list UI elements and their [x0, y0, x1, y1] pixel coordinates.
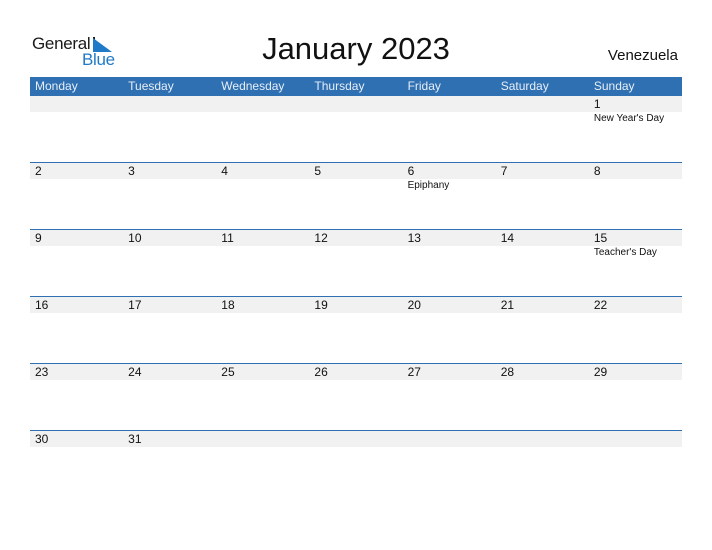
day-cell: 28 — [496, 364, 589, 424]
day-number: 31 — [128, 432, 142, 446]
weekday-tuesday: Tuesday — [128, 79, 174, 93]
day-cell — [496, 96, 589, 156]
day-cell: 9 — [30, 230, 123, 290]
weekday-saturday: Saturday — [500, 79, 549, 93]
day-cell — [589, 431, 682, 491]
day-cell: 26 — [309, 364, 402, 424]
day-cell: 6 Epiphany — [403, 163, 496, 223]
weeks-container: 1 New Year's Day 2 3 4 5 6 Epiphany 7 8 9 10 11 12 13 1… — [30, 96, 682, 498]
day-cell: 18 — [216, 297, 309, 357]
day-number: 21 — [500, 298, 515, 312]
day-cell: 1 New Year's Day — [589, 96, 682, 156]
day-number: 10 — [128, 231, 142, 245]
weekday-friday: Friday — [407, 79, 441, 93]
week-row: 9 10 11 12 13 14 15 Teacher's Day — [30, 229, 682, 297]
day-number: 1 — [593, 97, 601, 111]
day-cell: 14 — [496, 230, 589, 290]
day-cell: 5 — [309, 163, 402, 223]
week-row: 23 24 25 26 27 28 29 — [30, 363, 682, 431]
country-label: Venezuela — [607, 47, 678, 64]
day-cell: 20 — [403, 297, 496, 357]
day-cell: 19 — [309, 297, 402, 357]
day-cell: 21 — [496, 297, 589, 357]
day-number: 4 — [221, 164, 228, 178]
day-number: 3 — [128, 164, 135, 178]
day-cell: 30 — [30, 431, 123, 491]
weekday-monday: Monday — [35, 79, 78, 93]
day-cell: 3 — [123, 163, 216, 223]
day-number: 12 — [314, 231, 328, 245]
day-cell: 31 — [123, 431, 216, 491]
day-cell — [403, 431, 496, 491]
day-cell: 29 — [589, 364, 682, 424]
day-number: 23 — [35, 365, 49, 379]
day-cell: 23 — [30, 364, 123, 424]
day-cell — [216, 96, 309, 156]
week-row: 1 New Year's Day — [30, 96, 682, 163]
day-cell: 24 — [123, 364, 216, 424]
day-cell: 22 — [589, 297, 682, 357]
day-cell: 11 — [216, 230, 309, 290]
day-number: 11 — [221, 231, 234, 245]
day-number: 17 — [128, 298, 142, 312]
day-number: 30 — [35, 432, 49, 446]
weekday-wednesday: Wednesday — [221, 79, 285, 93]
week-row: 30 31 — [30, 430, 682, 498]
day-cell: 7 — [496, 163, 589, 223]
day-cell: 8 — [589, 163, 682, 223]
day-cell: 12 — [309, 230, 402, 290]
day-number: 19 — [314, 298, 328, 312]
day-number: 2 — [35, 164, 42, 178]
day-number: 24 — [128, 365, 142, 379]
day-number: 7 — [500, 164, 508, 178]
day-cell: 10 — [123, 230, 216, 290]
day-number: 14 — [500, 231, 515, 245]
day-cell: 13 — [403, 230, 496, 290]
week-row: 2 3 4 5 6 Epiphany 7 8 — [30, 162, 682, 230]
day-number: 16 — [35, 298, 49, 312]
day-cell — [216, 431, 309, 491]
holiday-label: Epiphany — [407, 180, 450, 191]
day-cell — [123, 96, 216, 156]
day-cell: 15 Teacher's Day — [589, 230, 682, 290]
day-cell — [403, 96, 496, 156]
holiday-label: Teacher's Day — [593, 247, 657, 258]
day-number: 25 — [221, 365, 235, 379]
day-cell: 17 — [123, 297, 216, 357]
calendar: Monday Tuesday Wednesday Thursday Friday… — [30, 77, 682, 498]
weekday-sunday: Sunday — [593, 79, 635, 93]
day-number: 26 — [314, 365, 328, 379]
day-cell — [309, 96, 402, 156]
day-cell — [30, 96, 123, 156]
day-cell — [309, 431, 402, 491]
day-number: 29 — [593, 365, 608, 379]
day-number: 5 — [314, 164, 322, 178]
weekday-thursday: Thursday — [314, 79, 365, 93]
weekday-header: Monday Tuesday Wednesday Thursday Friday… — [30, 77, 682, 96]
day-number: 13 — [407, 231, 421, 245]
day-cell: 25 — [216, 364, 309, 424]
week-row: 16 17 18 19 20 21 22 — [30, 296, 682, 364]
day-cell: 2 — [30, 163, 123, 223]
day-number: 8 — [593, 164, 601, 178]
day-number: 22 — [593, 298, 608, 312]
day-number: 20 — [407, 298, 421, 312]
day-number: 18 — [221, 298, 235, 312]
day-cell: 4 — [216, 163, 309, 223]
day-number: 27 — [407, 365, 421, 379]
day-cell — [496, 431, 589, 491]
page-title: January 2023 — [262, 31, 450, 66]
day-number: 15 — [593, 231, 608, 245]
day-number: 6 — [407, 164, 415, 178]
day-cell: 16 — [30, 297, 123, 357]
day-cell: 27 — [403, 364, 496, 424]
day-number: 9 — [35, 231, 42, 245]
day-number: 28 — [500, 365, 515, 379]
holiday-label: New Year's Day — [593, 113, 665, 124]
